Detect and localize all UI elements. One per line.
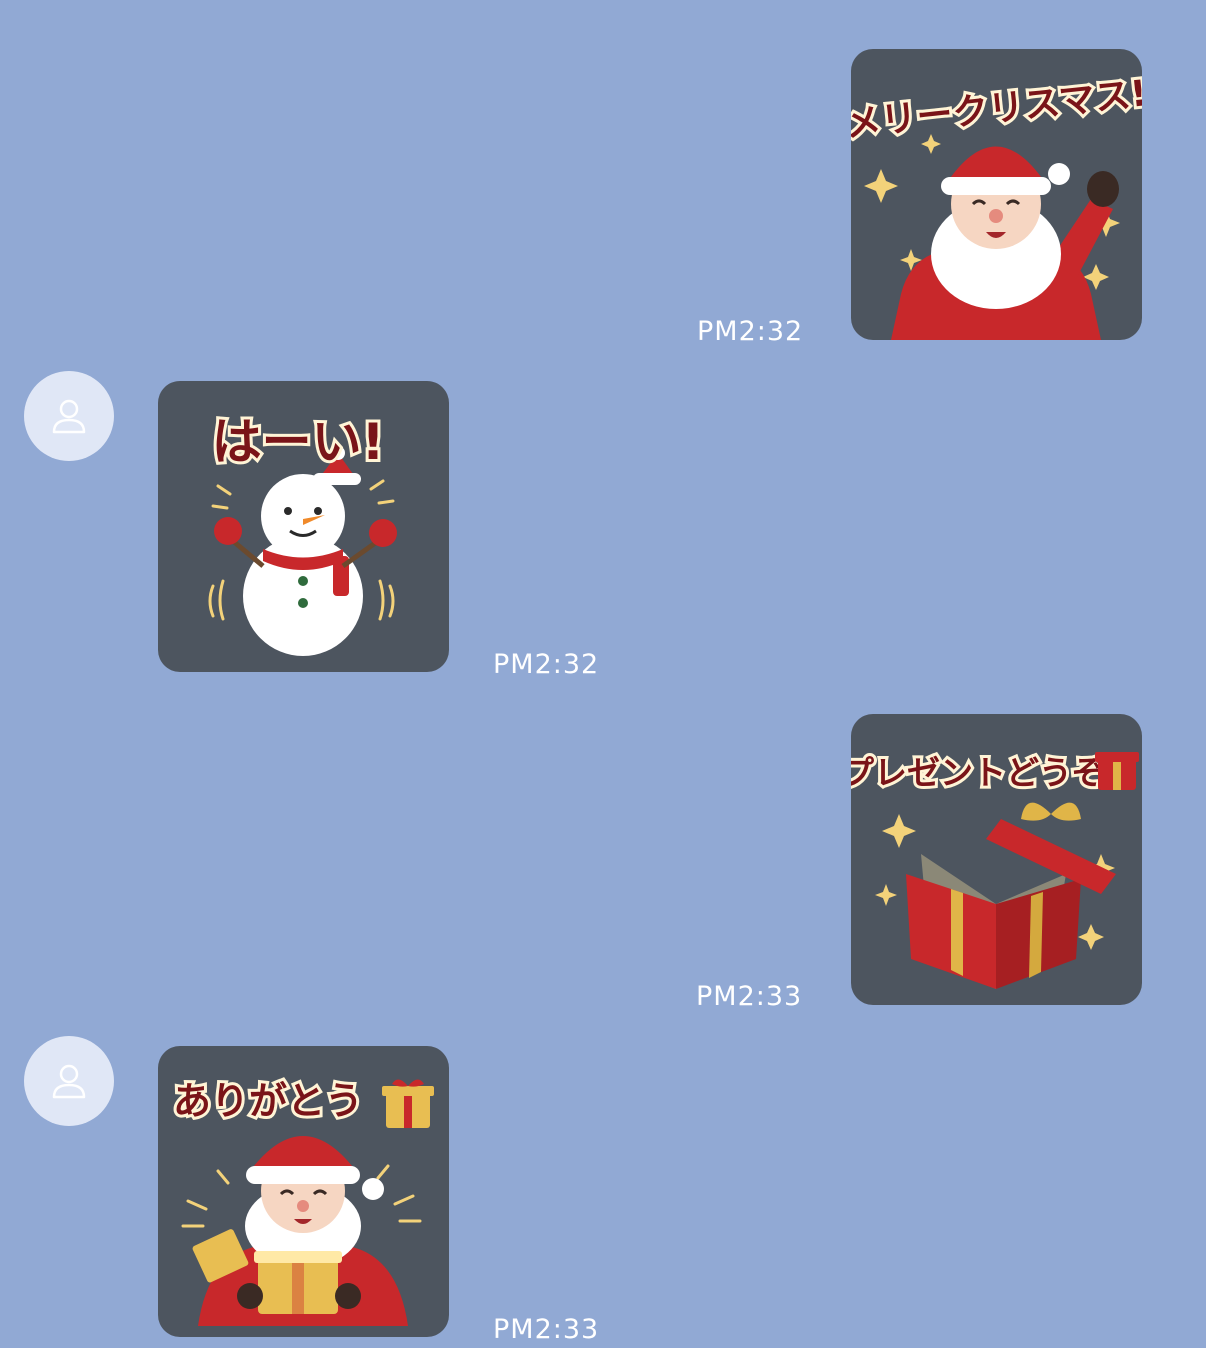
- sticker-arigatou[interactable]: ありがとう: [158, 1046, 449, 1337]
- sticker-merry-christmas[interactable]: メリークリスマス!: [851, 49, 1142, 340]
- sticker-present[interactable]: プレゼントどうぞ: [851, 714, 1142, 1005]
- message-timestamp: PM2:33: [696, 981, 803, 1012]
- small-gift-icon: [1095, 752, 1139, 790]
- person-icon: [52, 1064, 86, 1099]
- santa-with-gift-icon: ありがとう: [170, 1076, 434, 1326]
- message-timestamp: PM2:33: [493, 1314, 600, 1345]
- open-gift-box-icon: プレゼントどうぞ: [851, 750, 1139, 989]
- sticker-text: プレゼントどうぞ: [851, 753, 1105, 792]
- small-gift-icon: [382, 1079, 434, 1128]
- snowman-icon: はーい!: [208, 410, 397, 656]
- sticker-haai[interactable]: はーい!: [158, 381, 449, 672]
- sticker-text: ありがとう: [173, 1079, 363, 1123]
- contact-avatar[interactable]: [24, 371, 114, 461]
- sticker-text: メリークリスマス!: [851, 73, 1142, 145]
- person-icon: [52, 399, 86, 434]
- message-timestamp: PM2:32: [493, 649, 600, 680]
- message-timestamp: PM2:32: [697, 316, 804, 347]
- sticker-text: はーい!: [212, 413, 385, 471]
- contact-avatar[interactable]: [24, 1036, 114, 1126]
- santa-waving-icon: メリークリスマス!: [851, 70, 1142, 340]
